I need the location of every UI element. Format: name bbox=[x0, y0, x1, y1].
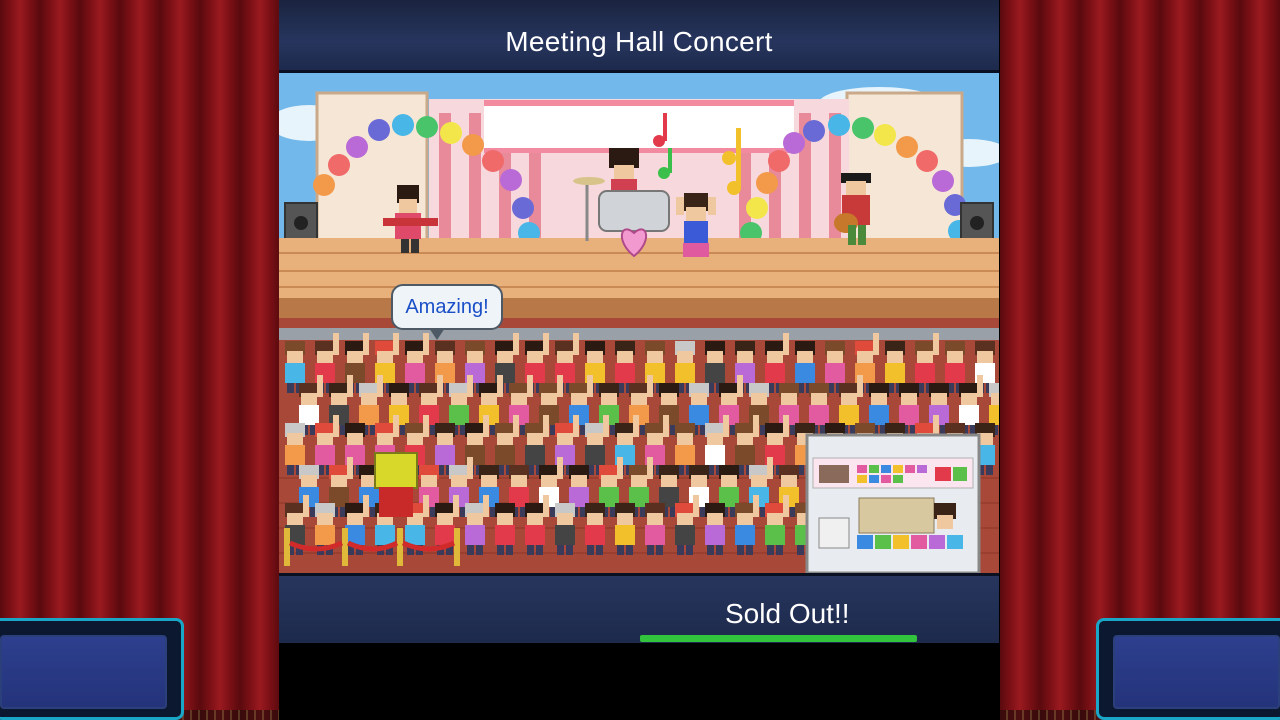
right-curtain bbox=[1000, 0, 1280, 720]
right-side-panel-slot bbox=[1113, 635, 1280, 709]
concert-window: Meeting Hall Concert Amazing! Sold Out!! bbox=[279, 0, 999, 720]
right-side-panel[interactable] bbox=[1096, 618, 1280, 720]
status-bar: Sold Out!! bbox=[279, 573, 999, 643]
concert-scene[interactable]: Amazing! bbox=[279, 73, 999, 573]
progress-bar bbox=[640, 635, 917, 642]
left-side-panel-slot bbox=[0, 635, 167, 709]
status-label: Sold Out!! bbox=[725, 598, 850, 629]
left-curtain bbox=[0, 0, 280, 720]
window-title: Meeting Hall Concert bbox=[505, 26, 773, 57]
left-side-panel[interactable] bbox=[0, 618, 184, 720]
concert-scene-art bbox=[279, 73, 999, 573]
speech-bubble: Amazing! bbox=[391, 284, 503, 340]
progress-fill bbox=[640, 635, 917, 642]
title-bar: Meeting Hall Concert bbox=[279, 0, 999, 73]
